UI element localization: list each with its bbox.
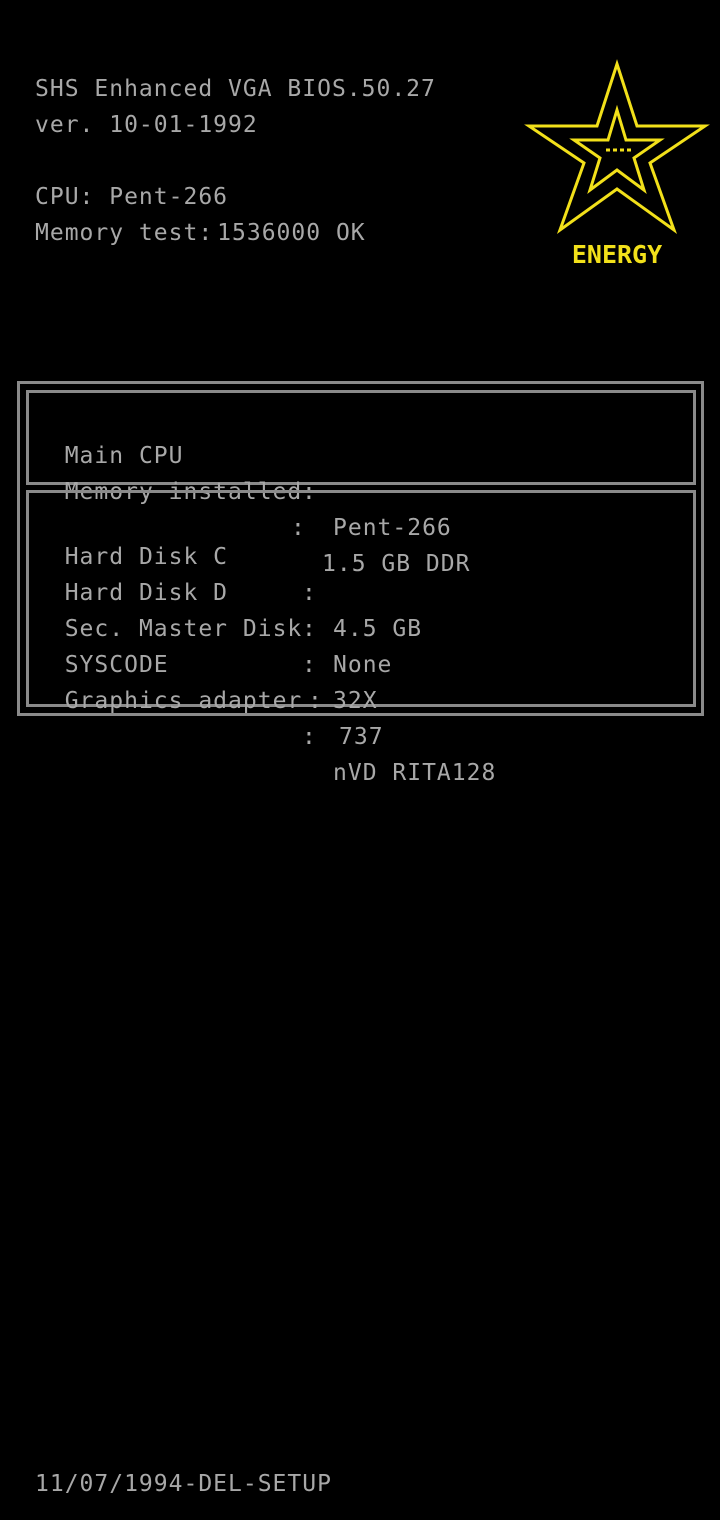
- energy-star-icon: ENERGY: [524, 59, 710, 269]
- hard-disk-c-value: 4.5 GB: [333, 616, 423, 642]
- sec-master-disk-row: Sec. Master Disk : 32X: [35, 575, 377, 714]
- syscode-value: 737: [339, 724, 384, 750]
- hard-disk-d-row: Hard Disk D : None: [35, 539, 392, 678]
- graphics-adapter-label: Graphics adapter: [64, 688, 303, 714]
- energy-logo-text: ENERGY: [572, 240, 662, 269]
- hard-disk-c-sep: :: [302, 580, 317, 606]
- sec-master-disk-sep: :: [302, 652, 317, 678]
- memory-installed-row: Memory installed : 1.5 GB DDR: [35, 438, 470, 577]
- memory-test-label: Memory test:: [35, 220, 214, 246]
- main-cpu-row: Main CPU : Pent-266: [35, 402, 451, 541]
- setup-hint: 11/07/1994-DEL-SETUP: [35, 1471, 332, 1497]
- hard-disk-c-row: Hard Disk C : 4.5 GB: [35, 503, 421, 642]
- graphics-adapter-sep: :: [302, 724, 317, 750]
- hard-disk-d-sep: :: [302, 616, 317, 642]
- bios-version: ver. 10-01-1992: [35, 112, 258, 138]
- syscode-row: SYSCODE : 737: [35, 611, 383, 750]
- bios-title: SHS Enhanced VGA BIOS.50.27: [35, 76, 436, 102]
- sec-master-disk-value: 32X: [333, 688, 378, 714]
- memory-test-value: 1536000 OK: [217, 220, 366, 246]
- memory-test-line: Memory test: 1536000 OK: [35, 215, 366, 251]
- hard-disk-d-value: None: [333, 652, 393, 678]
- graphics-adapter-row: Graphics adapter : nVD RITA128: [35, 647, 496, 786]
- syscode-sep: :: [308, 688, 323, 714]
- energy-star-logo: ENERGY: [524, 58, 710, 270]
- graphics-adapter-value: nVD RITA128: [333, 760, 497, 786]
- cpu-line: CPU: Pent-266: [35, 184, 229, 210]
